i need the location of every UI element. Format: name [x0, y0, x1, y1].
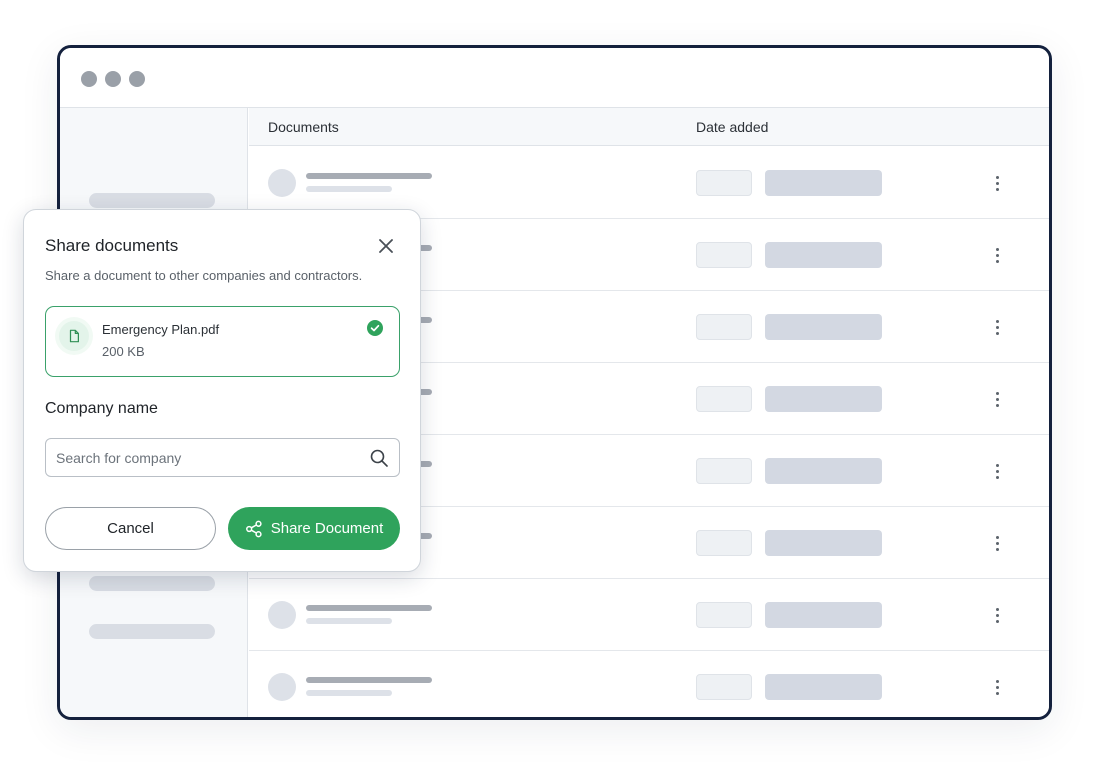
- share-document-button[interactable]: Share Document: [228, 507, 400, 550]
- attached-file-card[interactable]: Emergency Plan.pdf 200 KB: [45, 306, 400, 377]
- search-icon[interactable]: [369, 448, 389, 468]
- check-circle-icon: [367, 320, 383, 336]
- table-row[interactable]: [249, 579, 1049, 651]
- more-options-icon[interactable]: [987, 387, 1007, 411]
- window-minimize-dot[interactable]: [105, 71, 121, 87]
- more-options-icon[interactable]: [987, 315, 1007, 339]
- window-maximize-dot[interactable]: [129, 71, 145, 87]
- document-title-placeholder: [306, 173, 432, 179]
- date-value-placeholder: [765, 458, 882, 484]
- more-options-icon[interactable]: [987, 171, 1007, 195]
- date-value-placeholder: [765, 602, 882, 628]
- dialog-subtitle: Share a document to other companies and …: [45, 268, 363, 283]
- date-badge-placeholder: [696, 530, 752, 556]
- date-badge-placeholder: [696, 314, 752, 340]
- file-size: 200 KB: [102, 344, 145, 359]
- date-value-placeholder: [765, 386, 882, 412]
- title-bar: [60, 48, 1049, 108]
- date-badge-placeholder: [696, 674, 752, 700]
- avatar: [268, 673, 296, 701]
- date-value-placeholder: [765, 674, 882, 700]
- date-badge-placeholder: [696, 458, 752, 484]
- window-close-dot[interactable]: [81, 71, 97, 87]
- share-icon: [245, 520, 262, 537]
- column-header-documents[interactable]: Documents: [268, 119, 339, 135]
- document-meta-placeholder: [306, 618, 392, 624]
- date-value-placeholder: [765, 314, 882, 340]
- more-options-icon[interactable]: [987, 603, 1007, 627]
- file-name: Emergency Plan.pdf: [102, 322, 220, 337]
- more-options-icon[interactable]: [987, 243, 1007, 267]
- more-options-icon[interactable]: [987, 531, 1007, 555]
- more-options-icon[interactable]: [987, 675, 1007, 699]
- table-row[interactable]: [249, 651, 1049, 717]
- document-meta-placeholder: [306, 186, 392, 192]
- date-value-placeholder: [765, 530, 882, 556]
- column-header-date-added[interactable]: Date added: [696, 119, 768, 135]
- dialog-title: Share documents: [45, 236, 179, 255]
- date-badge-placeholder: [696, 170, 752, 196]
- date-value-placeholder: [765, 242, 882, 268]
- company-search-input[interactable]: [46, 439, 356, 476]
- close-icon[interactable]: [375, 235, 397, 257]
- sidebar-item-placeholder[interactable]: [89, 624, 215, 639]
- company-name-label: Company name: [45, 400, 158, 417]
- document-meta-placeholder: [306, 690, 392, 696]
- date-badge-placeholder: [696, 386, 752, 412]
- share-documents-dialog: Share documents Share a document to othe…: [23, 209, 421, 572]
- share-document-label: Share Document: [270, 520, 384, 537]
- sidebar-item-placeholder[interactable]: [89, 576, 215, 591]
- date-value-placeholder: [765, 170, 882, 196]
- avatar: [268, 601, 296, 629]
- table-header: Documents Date added: [249, 108, 1049, 146]
- document-title-placeholder: [306, 605, 432, 611]
- company-search-field: [45, 438, 400, 477]
- sidebar-item-placeholder[interactable]: [89, 193, 215, 208]
- more-options-icon[interactable]: [987, 459, 1007, 483]
- document-icon: [59, 321, 89, 351]
- avatar: [268, 169, 296, 197]
- date-badge-placeholder: [696, 602, 752, 628]
- document-title-placeholder: [306, 677, 432, 683]
- date-badge-placeholder: [696, 242, 752, 268]
- cancel-button[interactable]: Cancel: [45, 507, 216, 550]
